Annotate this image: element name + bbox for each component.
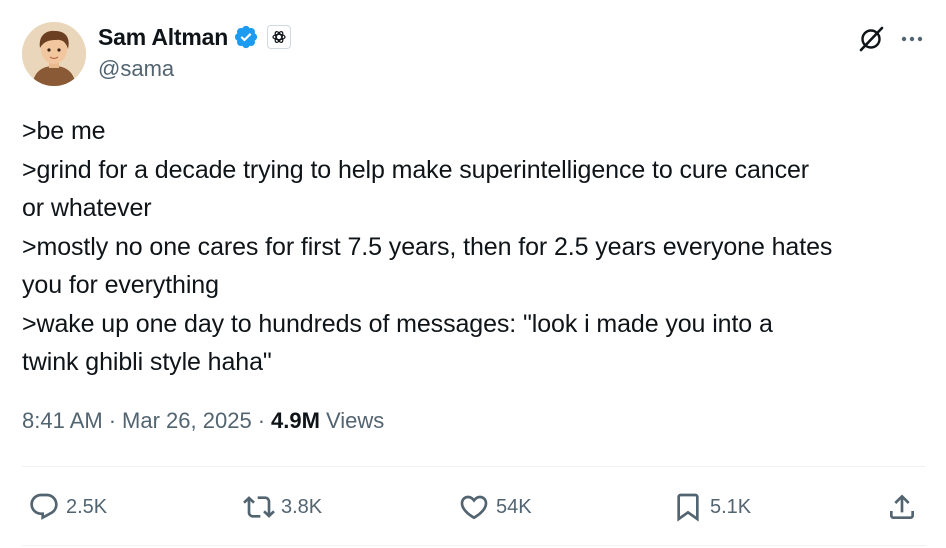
like-count: 54K (496, 495, 532, 518)
reply-count: 2.5K (66, 495, 108, 518)
bookmark-button[interactable]: 5.1K (672, 490, 751, 524)
author-name-row: Sam Altman (98, 22, 292, 52)
affiliate-logo-icon[interactable] (267, 25, 292, 49)
retweet-icon (243, 496, 275, 518)
display-name[interactable]: Sam Altman (98, 24, 228, 51)
like-button[interactable]: 54K (458, 490, 532, 524)
tweet-text: >be me >grind for a decade trying to hel… (22, 112, 932, 382)
tweet-line: >wake up one day to hundreds of messages… (22, 309, 773, 338)
avatar[interactable] (22, 22, 86, 86)
heart-icon (460, 495, 488, 520)
tweet-line: >be me (22, 117, 106, 145)
tweet-line: you for everything (22, 271, 219, 299)
share-button[interactable] (886, 490, 918, 524)
bottom-divider (22, 545, 926, 546)
reply-icon (30, 493, 58, 520)
meta-separator: · (257, 408, 266, 433)
share-icon (890, 494, 914, 519)
tweet-date[interactable]: Mar 26, 2025 (122, 408, 252, 434)
openai-logo-icon (272, 31, 286, 43)
tweet-line: or whatever (22, 194, 152, 222)
tweet-meta: 8:41 AM · Mar 26, 2025 · 4.9M Views (22, 408, 384, 434)
avatar-illustration (22, 22, 86, 86)
verified-badge-icon[interactable] (233, 24, 259, 50)
bookmark-icon (677, 493, 699, 522)
reply-button[interactable]: 2.5K (28, 490, 107, 524)
grok-icon (859, 26, 884, 52)
grok-button[interactable] (856, 24, 886, 54)
retweet-count: 3.8K (281, 495, 323, 518)
tweet-line: >mostly no one cares for first 7.5 years… (22, 232, 833, 261)
meta-separator: · (108, 408, 117, 433)
views-label[interactable]: Views (326, 408, 384, 434)
bookmark-count: 5.1K (710, 495, 752, 518)
divider (22, 466, 926, 467)
tweet-line: >grind for a decade trying to help make … (22, 155, 810, 184)
views-count[interactable]: 4.9M (271, 408, 320, 434)
tweet-time[interactable]: 8:41 AM (22, 408, 103, 434)
handle[interactable]: @sama (98, 56, 174, 82)
tweet-line: twink ghibli style haha" (22, 348, 272, 376)
more-options-button[interactable] (898, 24, 926, 54)
retweet-button[interactable]: 3.8K (243, 490, 322, 524)
ellipsis-icon (901, 36, 923, 42)
